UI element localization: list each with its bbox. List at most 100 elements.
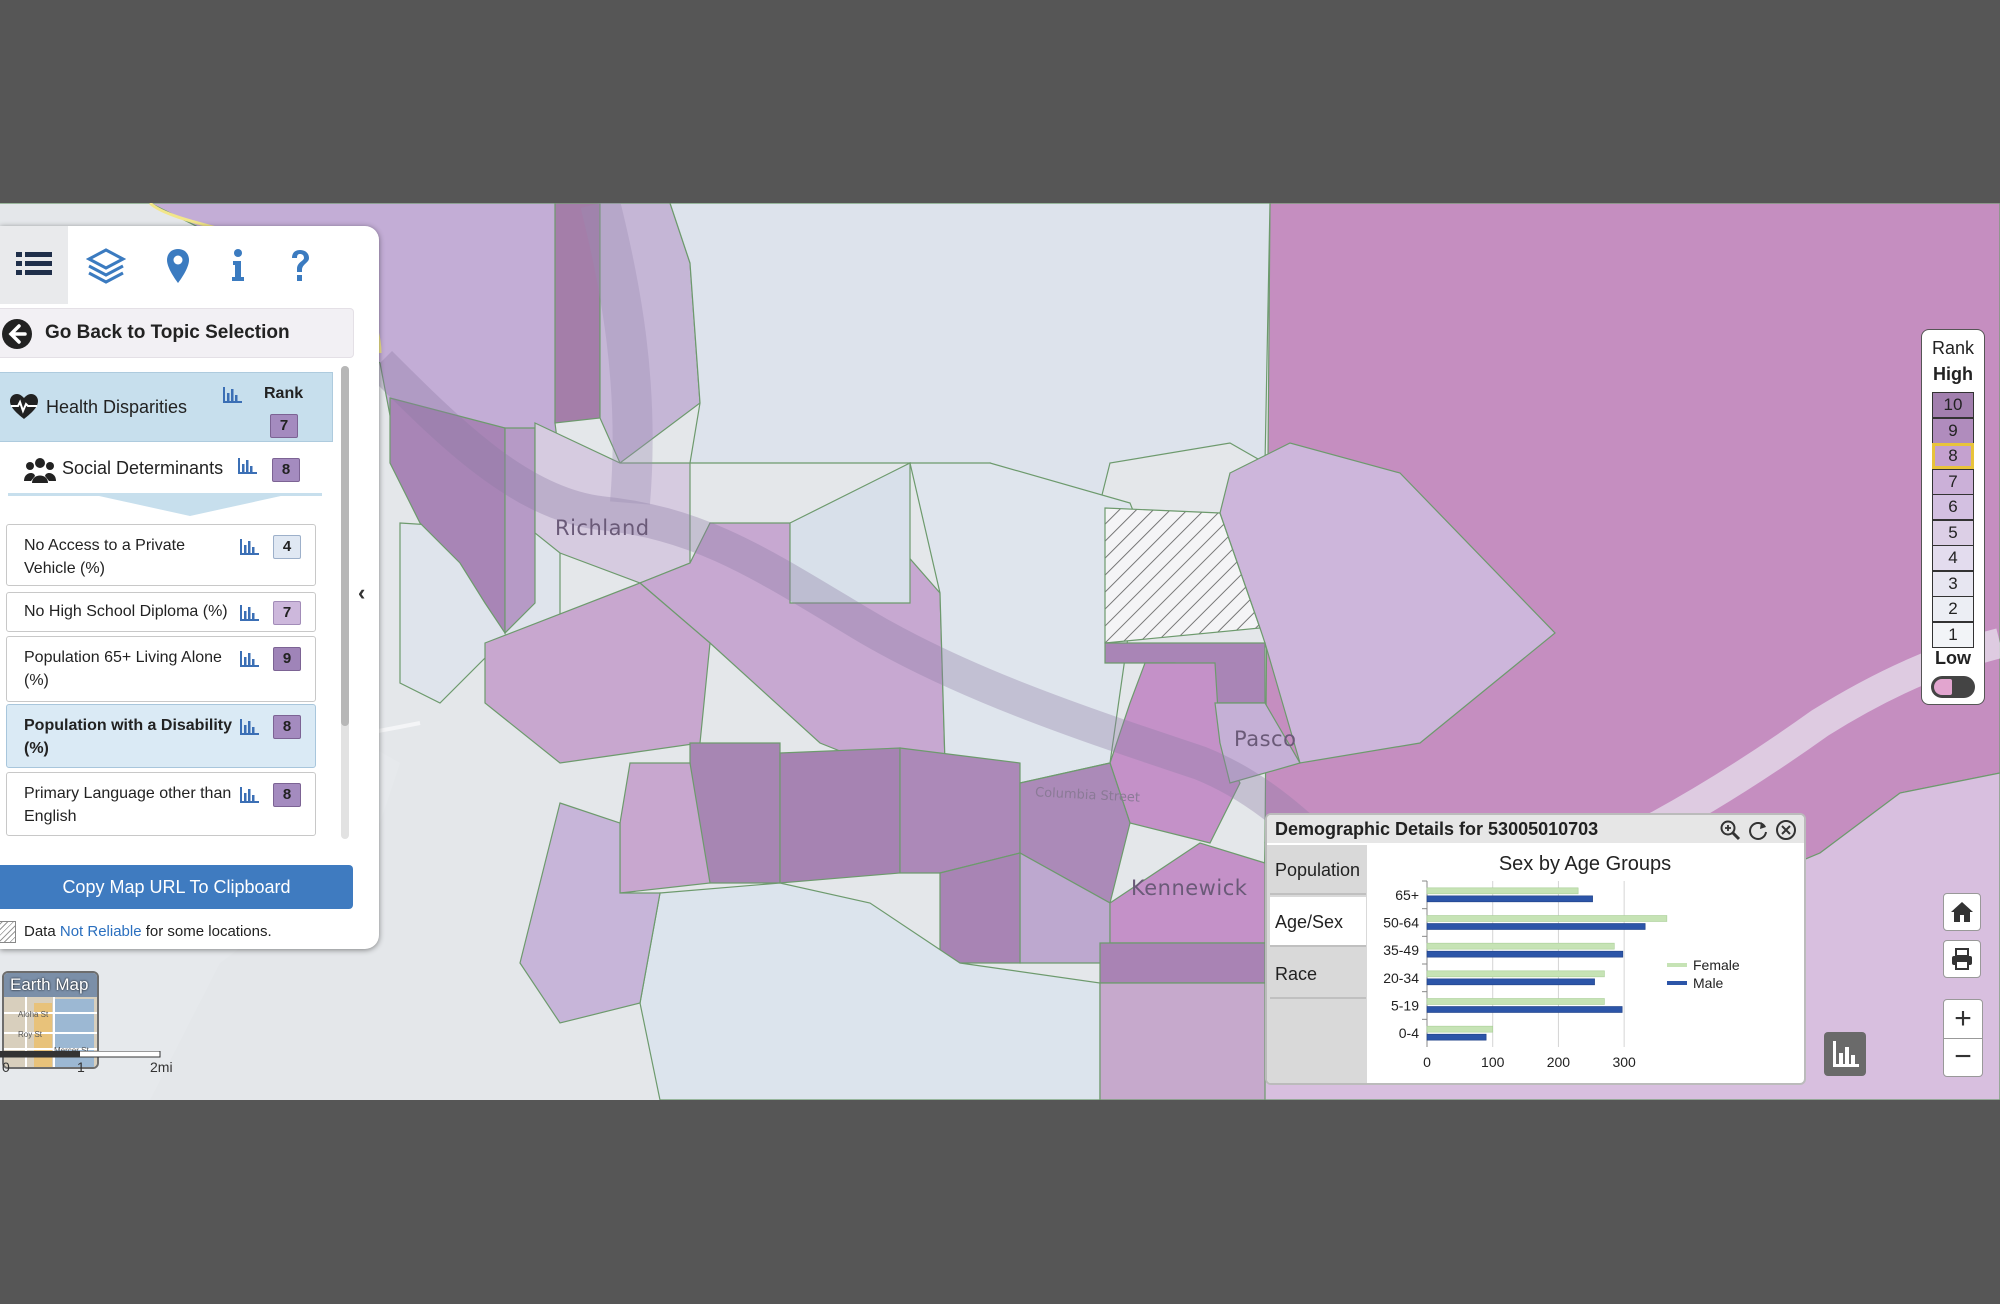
not-reliable-link[interactable]: Not Reliable — [60, 923, 142, 940]
street-label: Aloha St — [18, 1010, 49, 1019]
rank-badge: 9 — [273, 647, 301, 671]
rank-badge: 8 — [273, 715, 301, 739]
tract-s-4 — [899, 747, 1021, 874]
legend-label-female: Female — [1693, 957, 1740, 973]
rank-legend-title: Rank — [1931, 338, 1975, 358]
toggle-knob — [1934, 679, 1952, 695]
tract-kennewick-2 — [939, 852, 1021, 964]
print-button[interactable] — [1943, 940, 1981, 978]
help-tab[interactable] — [276, 244, 324, 288]
rank-legend-high: High — [1933, 364, 1973, 384]
tab-age-sex[interactable]: Age/Sex — [1270, 897, 1366, 947]
back-to-topics-button[interactable]: Go Back to Topic Selection — [0, 308, 354, 358]
home-button[interactable] — [1943, 893, 1981, 931]
legend-label-male: Male — [1693, 975, 1724, 991]
zoom-out-button[interactable]: − — [1944, 1038, 1982, 1076]
bar-chart-icon[interactable] — [239, 787, 259, 803]
bar-chart-icon[interactable] — [237, 458, 257, 474]
rank-level-7: 7 — [1932, 468, 1974, 495]
topic-social-determinants[interactable]: Social Determinants 8 — [0, 444, 322, 496]
indicator-label: No Access to a Private Vehicle (%) — [24, 537, 185, 577]
rank-level-10: 10 — [1932, 392, 1974, 418]
sex-by-age-chart: Sex by Age Groups 0 100 200 300 65+ 50-64 35-49… — [1383, 853, 1740, 1070]
topic-health-disparities[interactable]: Health Disparities 7 — [0, 372, 333, 442]
layers-icon — [86, 248, 126, 284]
x-tick-label: 100 — [1481, 1054, 1505, 1070]
layers-tab[interactable] — [82, 244, 130, 288]
rank-legend-low: Low — [1935, 648, 1971, 668]
list-icon — [16, 252, 52, 275]
tab-population[interactable]: Population — [1270, 845, 1366, 895]
panel-scrollbar-thumb[interactable] — [341, 366, 349, 726]
place-label-richland: Richland — [555, 516, 650, 540]
indicator-label: Primary Language other than English — [24, 785, 232, 825]
rank-badge: 7 — [273, 601, 301, 625]
rank-level-4: 4 — [1932, 545, 1974, 571]
y-tick-label: 20-34 — [1383, 970, 1419, 986]
indicator-item[interactable]: No High School Diploma (%) 7 — [6, 592, 316, 632]
rank-level-1: 1 — [1932, 621, 1974, 648]
close-icon[interactable] — [1775, 819, 1797, 841]
scale-label: 1 — [77, 1059, 85, 1075]
y-tick-label: 50-64 — [1383, 915, 1419, 931]
note-suffix: for some locations. — [145, 923, 272, 940]
help-icon — [292, 250, 309, 281]
bar-female — [1426, 915, 1668, 922]
tract-kennewick-4 — [1099, 942, 1266, 984]
tract-s-3 — [779, 747, 901, 884]
bar-chart-icon[interactable] — [239, 605, 259, 621]
bar-female — [1426, 1025, 1494, 1033]
rank-level-8: 8 — [1932, 443, 1974, 469]
indicator-label: Population with a Disability (%) — [24, 717, 233, 757]
y-tick-label: 35-49 — [1383, 942, 1419, 958]
bar-male — [1426, 950, 1624, 958]
indicator-item[interactable]: Population 65+ Living Alone (%) 9 — [6, 636, 316, 702]
copy-map-url-button[interactable]: Copy Map URL To Clipboard — [0, 865, 353, 909]
bar-chart-icon[interactable] — [239, 651, 259, 667]
demographic-header: Demographic Details for 53005010703 — [1267, 815, 1804, 843]
rank-column-header: Rank — [264, 385, 304, 402]
zoom-controls: + − — [1943, 999, 1983, 1077]
bar-male — [1426, 1033, 1487, 1041]
legend-toggle[interactable] — [1931, 676, 1975, 698]
collapse-panel-chevron-icon[interactable]: ‹ — [358, 580, 365, 606]
bar-chart-icon[interactable] — [239, 539, 259, 555]
scale-bar — [0, 1051, 161, 1058]
place-label-pasco: Pasco — [1234, 727, 1297, 751]
rank-level-5: 5 — [1932, 519, 1974, 546]
printer-icon — [1952, 948, 1972, 970]
indicator-item-selected[interactable]: Population with a Disability (%) 8 — [6, 704, 316, 768]
bar-male — [1426, 923, 1646, 930]
place-label-kennewick: Kennewick — [1131, 876, 1248, 900]
topic-label-social: Social Determinants — [62, 458, 224, 478]
rank-level-9: 9 — [1932, 417, 1974, 444]
bar-male — [1426, 895, 1593, 903]
map-viewport[interactable]: Richland Pasco Kennewick Columbia Street — [0, 203, 2000, 1100]
indicator-item[interactable]: Primary Language other than English 8 — [6, 772, 316, 836]
tab-race[interactable]: Race — [1270, 949, 1366, 999]
bar-chart-icon[interactable] — [239, 719, 259, 735]
location-tab[interactable] — [154, 244, 202, 288]
chart-panel-toggle-button[interactable] — [1824, 1032, 1866, 1076]
expand-caret — [90, 494, 290, 516]
topic-label-health: Health Disparities — [46, 397, 188, 417]
rank-legend: Rank High 10 9 8 7 6 5 4 3 2 1 Low — [1921, 329, 1985, 705]
info-icon — [232, 249, 244, 281]
list-tab[interactable] — [0, 226, 68, 304]
info-tab[interactable] — [214, 244, 262, 288]
indicator-item[interactable]: No Access to a Private Vehicle (%) 4 — [6, 524, 316, 586]
indicator-label: No High School Diploma (%) — [24, 603, 228, 620]
bar-chart-icon[interactable] — [222, 387, 242, 403]
tract-s-deep — [1099, 982, 1266, 1100]
indicator-label: Population 65+ Living Alone (%) — [24, 649, 222, 689]
bar-male — [1426, 1006, 1623, 1013]
hatch-swatch-icon — [0, 921, 16, 943]
refresh-icon[interactable] — [1747, 819, 1769, 841]
rank-badge-health: 7 — [270, 414, 298, 438]
demographic-title: Demographic Details for 53005010703 — [1275, 819, 1599, 839]
zoom-in-button[interactable]: + — [1944, 1000, 1982, 1039]
zoom-to-icon[interactable] — [1719, 819, 1741, 841]
x-tick-label: 0 — [1423, 1054, 1431, 1070]
back-label: Go Back to Topic Selection — [45, 322, 290, 343]
bar-female — [1426, 887, 1579, 895]
